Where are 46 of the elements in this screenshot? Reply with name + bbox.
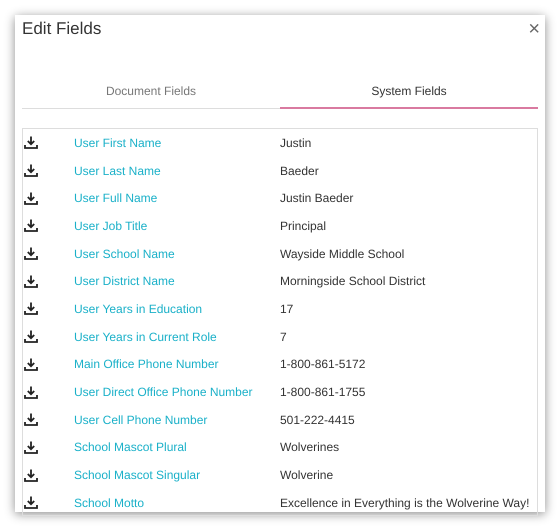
field-value: Wolverines <box>280 440 340 454</box>
download-icon[interactable] <box>24 274 38 288</box>
field-name[interactable]: User Job Title <box>74 218 280 233</box>
field-name[interactable]: User First Name <box>74 136 280 150</box>
field-name[interactable]: School Mascot Plural <box>74 440 280 454</box>
field-value: Excellence in Everything is the Wolverine Way! <box>280 496 530 510</box>
download-icon[interactable] <box>24 413 38 426</box>
close-button[interactable]: × <box>528 19 540 39</box>
field-value: Wayside Middle School <box>280 246 406 261</box>
field-value: Justin <box>280 136 312 150</box>
download-icon[interactable] <box>24 164 38 178</box>
field-value: Justin Baeder <box>280 191 354 206</box>
field-name[interactable]: User Direct Office Phone Number <box>74 385 280 400</box>
field-name[interactable]: User Full Name <box>74 191 280 206</box>
dialog-title: Edit Fields <box>22 19 102 39</box>
field-name[interactable]: User Years in Current Role <box>74 330 280 344</box>
field-value: 501-222-4415 <box>280 412 356 427</box>
download-icon[interactable] <box>24 302 38 316</box>
download-icon[interactable] <box>24 496 38 510</box>
field-name[interactable]: School Mascot Singular <box>74 468 280 482</box>
field-name[interactable]: User Years in Education <box>74 302 280 316</box>
download-icon[interactable] <box>24 330 38 344</box>
field-value: 17 <box>280 302 294 316</box>
field-name[interactable]: User Last Name <box>74 164 280 178</box>
download-icon[interactable] <box>24 219 38 232</box>
tab[interactable]: Document Fields <box>22 78 280 109</box>
field-value: 7 <box>280 330 288 344</box>
download-icon[interactable] <box>24 440 38 454</box>
download-icon[interactable] <box>24 136 38 150</box>
field-value: Baeder <box>280 164 320 178</box>
download-icon[interactable] <box>24 468 38 482</box>
field-name[interactable]: User District Name <box>74 274 280 288</box>
download-icon[interactable] <box>24 192 38 205</box>
download-icon[interactable] <box>24 386 38 399</box>
field-name[interactable]: User School Name <box>74 246 280 261</box>
tab[interactable]: System Fields <box>280 78 538 109</box>
field-value: Morningside School District <box>280 274 426 288</box>
field-value: 1-800-861-5172 <box>280 357 366 372</box>
field-name[interactable]: Main Office Phone Number <box>74 357 280 372</box>
field-value: 1-800-861-1755 <box>280 385 366 400</box>
field-value: Wolverine <box>280 468 334 482</box>
field-name[interactable]: User Cell Phone Number <box>74 412 280 427</box>
field-name[interactable]: School Motto <box>74 496 280 510</box>
download-icon[interactable] <box>24 247 38 260</box>
download-icon[interactable] <box>24 358 38 371</box>
field-value: Principal <box>280 218 328 233</box>
